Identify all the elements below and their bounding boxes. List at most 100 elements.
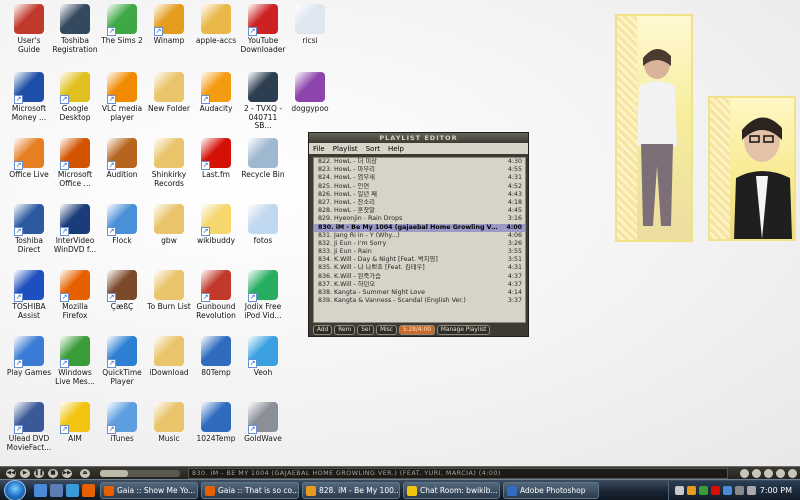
- desktop-icon[interactable]: ↗ Windows Live Mes...: [52, 334, 98, 396]
- taskbar-button[interactable]: Chat Room: bwikib...: [403, 482, 500, 499]
- desktop-icon[interactable]: To Burn List: [146, 268, 192, 330]
- desktop-icon[interactable]: ↗ Microsoft Office ...: [52, 136, 98, 198]
- menu-sort[interactable]: Sort: [366, 145, 380, 153]
- playlist-row[interactable]: 832. Ji Eun - I'm Sorry 3:26: [314, 240, 525, 248]
- desktop-icon[interactable]: ↗ Toshiba Direct: [6, 202, 52, 264]
- desktop-icon[interactable]: ↗ GoldWave: [240, 400, 286, 462]
- desktop-icon[interactable]: ↗ TOSHIBA Assist: [6, 268, 52, 330]
- manage-playlist-button[interactable]: Manage Playlist: [436, 325, 491, 335]
- desktop-icon[interactable]: 2 - TVXQ - 040711 SB...: [240, 70, 286, 132]
- playlist-row[interactable]: 837. K.Will - 하던오 4:37: [314, 281, 525, 289]
- desktop-icon[interactable]: ↗ ÇæßÇ: [99, 268, 145, 330]
- playlist-row[interactable]: 826. HowL - 일년 째 4:43: [314, 191, 525, 199]
- playlist-row[interactable]: 822. HowL - 더 미상 4:30: [314, 158, 525, 166]
- volume-icon[interactable]: [764, 469, 773, 478]
- playlist-editor-window[interactable]: PLAYLIST EDITOR File Playlist Sort Help …: [308, 132, 529, 337]
- desktop-icon[interactable]: ↗ Microsoft Money ...: [6, 70, 52, 132]
- select-button[interactable]: Sel: [357, 325, 375, 335]
- desktop-icon[interactable]: ↗ InterVideo WinDVD f...: [52, 202, 98, 264]
- internet-explorer-icon[interactable]: [66, 484, 79, 497]
- taskbar-button[interactable]: Gaia :: That is so co...: [201, 482, 299, 499]
- playlist-row[interactable]: 825. HowL - 인연 4:52: [314, 183, 525, 191]
- repeat-icon[interactable]: [752, 469, 761, 478]
- desktop-icon[interactable]: User's Guide: [6, 2, 52, 64]
- desktop-icon[interactable]: ↗ Ulead DVD MovieFact...: [6, 400, 52, 462]
- desktop-icon[interactable]: ↗ Jodix Free iPod Vid...: [240, 268, 286, 330]
- close-icon[interactable]: [788, 469, 797, 478]
- desktop-icon[interactable]: ↗ AIM: [52, 400, 98, 462]
- desktop-icon[interactable]: Music: [146, 400, 192, 462]
- desktop-icon[interactable]: 1024Temp: [193, 400, 239, 462]
- playlist-row[interactable]: 827. HowL - 잔소리 4:18: [314, 199, 525, 207]
- playlist-row[interactable]: 830. iM - Be My 1004 (gajaebal Home Grow…: [314, 223, 525, 232]
- taskbar-button[interactable]: 828. iM - Be My 100...: [302, 482, 400, 499]
- taskbar-button[interactable]: Adobe Photoshop: [503, 482, 599, 499]
- playlist-row[interactable]: 839. Kangta & Vanness - Scandal (English…: [314, 297, 525, 305]
- tray-messenger-icon[interactable]: [699, 486, 708, 495]
- desktop-icon[interactable]: ↗ Veoh: [240, 334, 286, 396]
- play-icon[interactable]: ▶: [20, 469, 30, 478]
- desktop-icon[interactable]: New Folder: [146, 70, 192, 132]
- desktop-icon[interactable]: ↗ Google Desktop: [52, 70, 98, 132]
- seek-bar[interactable]: [100, 470, 180, 477]
- tray-battery-icon[interactable]: [735, 486, 744, 495]
- desktop-icon[interactable]: gbw: [146, 202, 192, 264]
- playlist-row[interactable]: 836. K.Will - 된죽가슴 4:37: [314, 273, 525, 281]
- playlist-track-list[interactable]: 822. HowL - 더 미상 4:30 823. HowL - 마무리 4:55 8…: [313, 157, 526, 323]
- stop-icon[interactable]: ■: [48, 469, 58, 478]
- playlist-row[interactable]: 823. HowL - 마무리 4:55: [314, 166, 525, 174]
- desktop-icon[interactable]: ricsi: [287, 2, 333, 64]
- desktop-icon[interactable]: ↗ Office Live: [6, 136, 52, 198]
- desktop-icon[interactable]: ↗ Flock: [99, 202, 145, 264]
- desktop-icon[interactable]: ↗ iTunes: [99, 400, 145, 462]
- menu-playlist[interactable]: Playlist: [333, 145, 358, 153]
- desktop-icon[interactable]: ↗ QuickTime Player: [99, 334, 145, 396]
- desktop-icon[interactable]: ↗ Play Games: [6, 334, 52, 396]
- playlist-titlebar[interactable]: PLAYLIST EDITOR: [309, 133, 528, 143]
- playlist-row[interactable]: 838. Kangta - Summer Night Love 4:14: [314, 289, 525, 297]
- desktop-icon[interactable]: ↗ Mozilla Firefox: [52, 268, 98, 330]
- desktop-icon[interactable]: ↗ The Sims 2: [99, 2, 145, 64]
- tray-help-icon[interactable]: [675, 486, 684, 495]
- playlist-row[interactable]: 834. K.Will - Day & Night [Feat. 벅지영] 3:5…: [314, 256, 525, 264]
- start-button[interactable]: [4, 480, 26, 500]
- desktop-icon[interactable]: Toshiba Registration: [52, 2, 98, 64]
- show-desktop-icon[interactable]: [34, 484, 47, 497]
- playlist-row[interactable]: 835. K.Will - 나 나쁘죠 [Feat. 김태우] 4:31: [314, 264, 525, 272]
- menu-file[interactable]: File: [313, 145, 325, 153]
- desktop-icon[interactable]: ↗ VLC media player: [99, 70, 145, 132]
- playlist-row[interactable]: 829. Hyeonjin - Rain Drops 3:16: [314, 215, 525, 223]
- tray-volume-icon[interactable]: [747, 486, 756, 495]
- taskbar-button[interactable]: Gaia :: Show Me Yo...: [100, 482, 198, 499]
- shuffle-icon[interactable]: [740, 469, 749, 478]
- tray-app-icon[interactable]: [711, 486, 720, 495]
- desktop-icon[interactable]: ↗ YouTube Downloader: [240, 2, 286, 64]
- eject-icon[interactable]: ⏏: [80, 469, 90, 478]
- desktop-icon[interactable]: ↗ Winamp: [146, 2, 192, 64]
- desktop-icon[interactable]: apple-accs: [193, 2, 239, 64]
- playlist-row[interactable]: 833. Ji Eun - Rain 3:55: [314, 248, 525, 256]
- desktop-icon[interactable]: Shinkirky Records: [146, 136, 192, 198]
- menu-help[interactable]: Help: [388, 145, 404, 153]
- misc-button[interactable]: Misc: [376, 325, 397, 335]
- add-button[interactable]: Add: [313, 325, 333, 335]
- clock[interactable]: 7:00 PM: [760, 481, 792, 500]
- desktop-icon[interactable]: ↗ Gunbound Revolution: [193, 268, 239, 330]
- next-track-icon[interactable]: ▶▶: [62, 469, 72, 478]
- switch-windows-icon[interactable]: [50, 484, 63, 497]
- playlist-row[interactable]: 828. HowL - 혼잣말 4:45: [314, 207, 525, 215]
- desktop-icon[interactable]: ↗ Audacity: [193, 70, 239, 132]
- desktop-icon[interactable]: fotos: [240, 202, 286, 264]
- desktop-icon[interactable]: 80Temp: [193, 334, 239, 396]
- tray-winamp-icon[interactable]: [687, 486, 696, 495]
- minimize-icon[interactable]: [776, 469, 785, 478]
- desktop-icon[interactable]: ↗ wikibuddy: [193, 202, 239, 264]
- firefox-quicklaunch-icon[interactable]: [82, 484, 95, 497]
- prev-track-icon[interactable]: ◀◀: [6, 469, 16, 478]
- desktop-icon[interactable]: ↗ Last.fm: [193, 136, 239, 198]
- desktop-icon[interactable]: doggypoo: [287, 70, 333, 132]
- desktop-icon[interactable]: iDownload: [146, 334, 192, 396]
- tray-network-icon[interactable]: [723, 486, 732, 495]
- desktop-icon[interactable]: Recycle Bin: [240, 136, 286, 198]
- desktop-icon[interactable]: ↗ Audition: [99, 136, 145, 198]
